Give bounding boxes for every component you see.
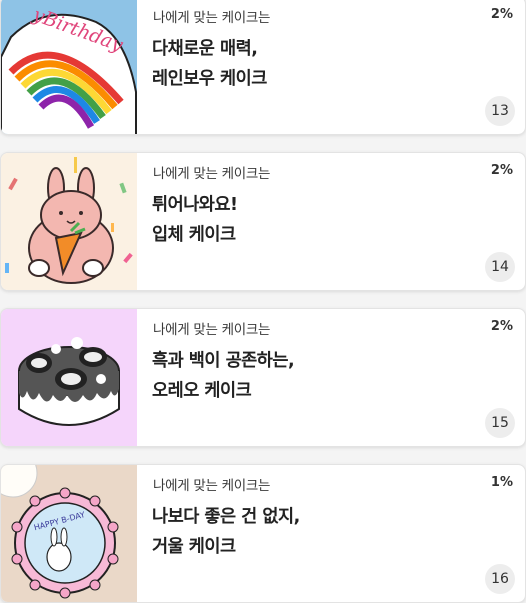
card-title: 튀어나와요! 입체 케이크 — [152, 195, 238, 245]
card-percent: 2% — [490, 163, 513, 178]
card-count-badge: 15 — [485, 408, 515, 438]
card-title: 나보다 좋은 건 없지, 거울 케이크 — [152, 507, 300, 557]
result-card-oreo[interactable]: 나에게 맞는 케이크는 2% 흑과 백이 공존하는, 오레오 케이크 15 — [0, 308, 526, 447]
card-count-badge: 14 — [485, 252, 515, 282]
card-subtitle: 나에게 맞는 케이크는 — [153, 10, 271, 26]
card-subtitle: 나에게 맞는 케이크는 — [153, 166, 271, 182]
result-card-3d[interactable]: 나에게 맞는 케이크는 2% 튀어나와요! 입체 케이크 14 — [0, 152, 526, 291]
card-count-badge: 16 — [485, 564, 515, 594]
card-subtitle: 나에게 맞는 케이크는 — [153, 322, 271, 338]
mirror-cake-image: HAPPY B-DAY — [1, 465, 137, 602]
rainbow-cake-image: yBirthday — [1, 0, 137, 134]
bunny-cake-image — [1, 153, 137, 290]
result-card-rainbow[interactable]: yBirthday 나에게 맞는 케이크는 2% 다채로운 매력, 레인보우 케… — [0, 0, 526, 135]
card-percent: 1% — [490, 475, 513, 490]
card-title: 흑과 백이 공존하는, 오레오 케이크 — [152, 351, 295, 401]
card-subtitle: 나에게 맞는 케이크는 — [153, 478, 271, 494]
card-percent: 2% — [490, 319, 513, 334]
oreo-cake-image — [1, 309, 137, 446]
card-title: 다채로운 매력, 레인보우 케이크 — [152, 39, 267, 89]
card-count-badge: 13 — [485, 96, 515, 126]
card-percent: 2% — [490, 7, 513, 22]
result-card-mirror[interactable]: HAPPY B-DAY 나에게 맞는 케이크는 1% 나보다 좋은 건 없지, … — [0, 464, 526, 603]
